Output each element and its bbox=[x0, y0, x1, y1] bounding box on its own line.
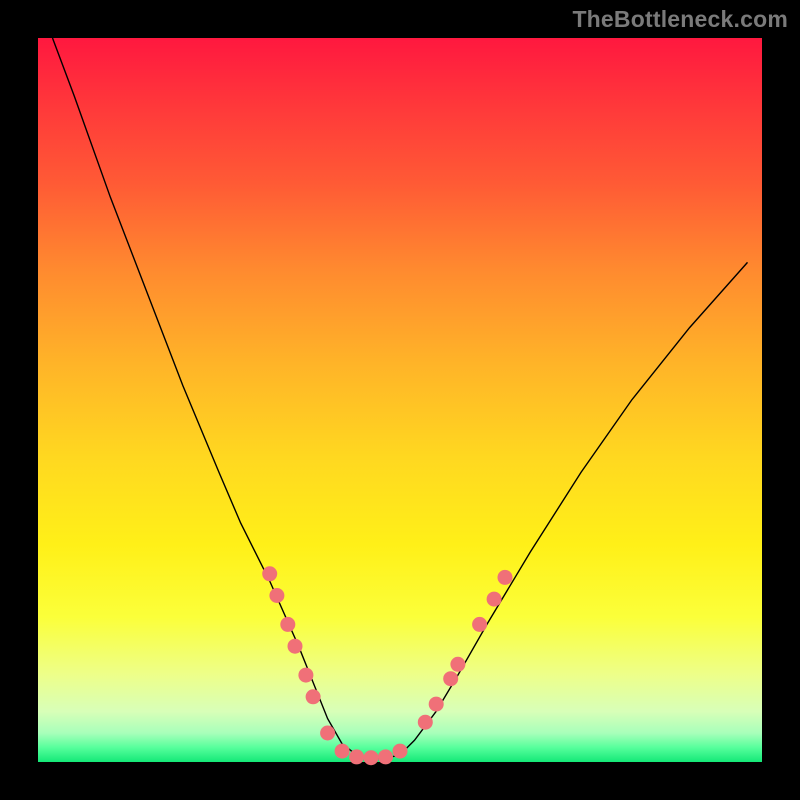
data-marker bbox=[364, 750, 379, 765]
data-marker bbox=[472, 617, 487, 632]
data-marker bbox=[393, 744, 408, 759]
data-marker bbox=[306, 689, 321, 704]
plot-area bbox=[38, 38, 762, 762]
data-marker bbox=[288, 639, 303, 654]
data-marker bbox=[450, 657, 465, 672]
bottleneck-curve bbox=[53, 38, 748, 758]
data-marker bbox=[487, 592, 502, 607]
data-marker bbox=[298, 668, 313, 683]
data-marker bbox=[262, 566, 277, 581]
data-marker bbox=[335, 744, 350, 759]
chart-stage: TheBottleneck.com bbox=[0, 0, 800, 800]
data-marker bbox=[429, 697, 444, 712]
data-marker bbox=[349, 749, 364, 764]
data-marker bbox=[378, 749, 393, 764]
data-marker bbox=[418, 715, 433, 730]
data-marker bbox=[269, 588, 284, 603]
marker-group bbox=[262, 566, 512, 765]
chart-overlay bbox=[38, 38, 762, 762]
data-marker bbox=[320, 726, 335, 741]
data-marker bbox=[443, 671, 458, 686]
watermark-text: TheBottleneck.com bbox=[572, 6, 788, 33]
data-marker bbox=[498, 570, 513, 585]
data-marker bbox=[280, 617, 295, 632]
